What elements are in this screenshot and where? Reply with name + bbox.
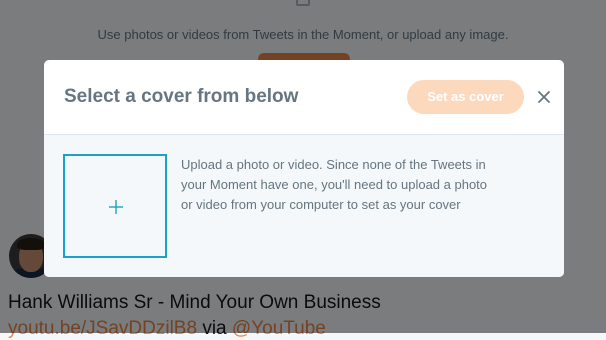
dialog-title: Select a cover from below: [64, 86, 299, 107]
dialog-body: Upload a photo or video. Since none of t…: [44, 135, 564, 277]
select-cover-dialog: Select a cover from below Set as cover U…: [44, 60, 564, 277]
upload-instructions: Upload a photo or video. Since none of t…: [181, 157, 488, 212]
upload-media-box[interactable]: [63, 154, 167, 258]
set-as-cover-button[interactable]: Set as cover: [407, 80, 524, 114]
plus-icon: [109, 200, 123, 214]
dialog-header: Select a cover from below Set as cover: [44, 60, 564, 135]
close-icon[interactable]: [536, 89, 552, 105]
